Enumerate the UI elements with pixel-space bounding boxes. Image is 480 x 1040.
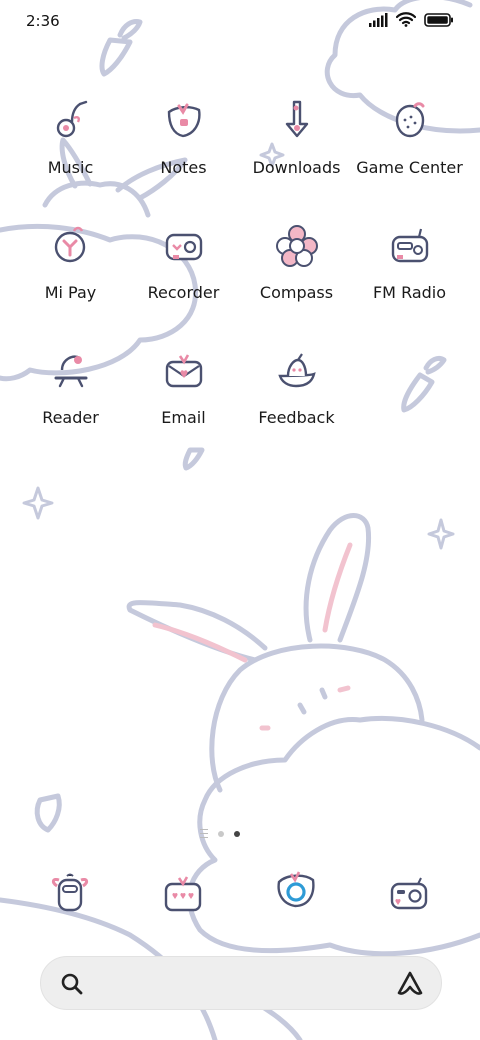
messages-icon[interactable]	[162, 872, 204, 914]
app-downloads[interactable]: Downloads	[240, 100, 353, 210]
app-label: FM Radio	[372, 283, 447, 302]
phone-icon[interactable]	[49, 872, 91, 914]
app-label: Email	[161, 408, 206, 427]
fm-radio-icon	[391, 228, 429, 263]
reader-icon	[54, 355, 88, 388]
camera-icon[interactable]	[388, 872, 430, 914]
signal-icon	[369, 12, 388, 27]
status-icons	[368, 12, 454, 27]
app-fm-radio[interactable]: FM Radio	[353, 225, 466, 335]
page-indicator[interactable]	[200, 829, 240, 838]
wifi-icon	[396, 12, 416, 27]
assistant-icon[interactable]	[395, 969, 425, 999]
app-label: Game Center	[356, 158, 463, 177]
compass-icon	[276, 225, 318, 267]
app-mi-pay[interactable]: Mi Pay	[14, 225, 127, 335]
page-dot-active	[234, 830, 240, 837]
game-center-icon	[395, 102, 425, 138]
downloads-icon	[285, 100, 309, 138]
app-recorder[interactable]: Recorder	[127, 225, 240, 335]
app-label: Downloads	[252, 158, 341, 177]
email-icon	[165, 354, 203, 388]
status-bar: 2:36	[0, 0, 480, 44]
app-label: Compass	[259, 283, 334, 302]
app-reader[interactable]: Reader	[14, 350, 127, 460]
app-music[interactable]: Music	[14, 100, 127, 210]
app-label: Mi Pay	[44, 283, 97, 302]
app-email[interactable]: Email	[127, 350, 240, 460]
page-indicator-menu-icon	[200, 829, 208, 838]
notes-icon	[167, 103, 201, 138]
browser-icon[interactable]	[275, 868, 317, 910]
search-icon[interactable]	[59, 971, 85, 997]
feedback-icon	[278, 353, 316, 388]
search-bar[interactable]	[40, 956, 442, 1010]
app-label: Music	[47, 158, 94, 177]
recorder-icon	[165, 233, 203, 261]
app-compass[interactable]: Compass	[240, 225, 353, 335]
app-feedback[interactable]: Feedback	[240, 350, 353, 460]
mi-pay-icon	[54, 226, 86, 263]
app-label: Feedback	[258, 408, 335, 427]
app-label: Notes	[160, 158, 207, 177]
app-label: Recorder	[147, 283, 220, 302]
app-game-center[interactable]: Game Center	[353, 100, 466, 210]
music-icon	[56, 100, 88, 138]
battery-icon	[424, 12, 453, 27]
app-notes[interactable]: Notes	[127, 100, 240, 210]
page-dot	[218, 830, 224, 837]
app-label: Reader	[42, 408, 99, 427]
status-time: 2:36	[26, 12, 60, 30]
